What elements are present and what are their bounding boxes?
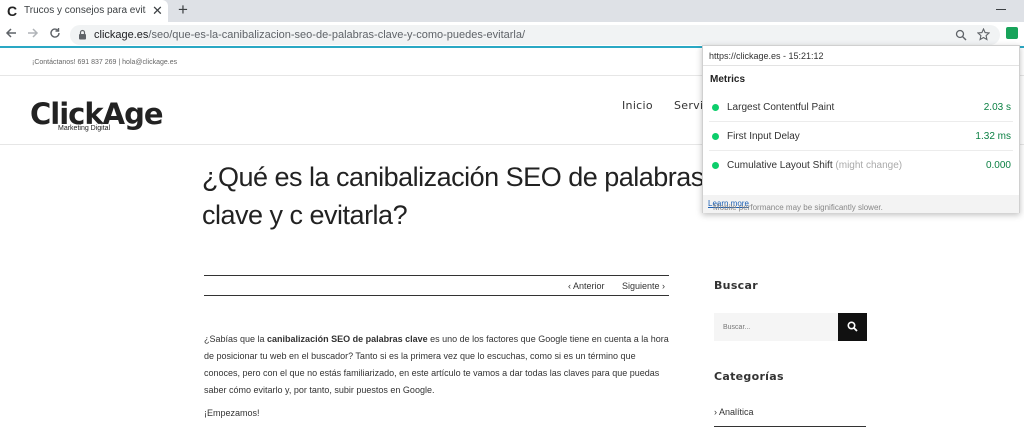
tab-title: Trucos y consejos para evitar la c: [24, 5, 146, 16]
back-arrow-icon[interactable]: [5, 27, 17, 39]
previous-post-link[interactable]: ‹ Anterior: [568, 281, 605, 292]
metric-note: (might change): [835, 160, 903, 171]
web-vitals-extension-icon[interactable]: [1006, 27, 1018, 39]
metrics-title: Metrics: [710, 74, 746, 85]
nav-item-inicio[interactable]: Inicio: [622, 99, 653, 112]
post-content: ¿Sabías que la canibalización SEO de pal…: [204, 331, 674, 428]
footer-text-wrap: Mobile performance may be significantly …: [708, 199, 883, 212]
logo-tagline: Marketing Digital: [58, 125, 111, 132]
forward-arrow-icon[interactable]: [27, 27, 39, 39]
close-tab-icon[interactable]: ✕: [152, 3, 163, 19]
popup-divider: [703, 65, 1019, 66]
category-divider: [714, 426, 866, 427]
start-paragraph: ¡Empezamos!: [204, 408, 260, 418]
tab-bar: C Trucos y consejos para evitar la c ✕ +: [0, 0, 1024, 22]
post-title: ¿Qué es la canibalización SEO de palabra…: [202, 162, 704, 230]
intro-paragraph: ¿Sabías que la canibalización SEO de pal…: [204, 334, 669, 395]
address-bar[interactable]: clickage.es/seo/que-es-la-canibalizacion…: [70, 25, 1000, 45]
category-link-analitica[interactable]: › Analítica: [714, 406, 754, 418]
contact-info: ¡Contáctanos! 691 837 269 | hola@clickag…: [32, 59, 178, 66]
url-text: clickage.es/seo/que-es-la-canibalizacion…: [94, 29, 526, 41]
minimize-window-icon[interactable]: [996, 9, 1006, 10]
search-icon: [847, 321, 858, 332]
status-dot-icon: [712, 104, 719, 111]
metric-value: 0.000: [985, 160, 1011, 171]
star-icon[interactable]: [977, 28, 990, 41]
metric-value: 2.03 s: [983, 102, 1011, 113]
lock-icon[interactable]: [78, 29, 87, 40]
next-post-link[interactable]: Siguiente ›: [622, 281, 665, 292]
metric-name: Largest Contentful Paint: [727, 102, 835, 113]
footer-text: Mobile performance may be significantly …: [713, 203, 883, 212]
favicon: C: [7, 3, 18, 19]
metric-name: Cumulative Layout Shift (might change): [727, 160, 903, 171]
post-navigation: ‹ Anterior Siguiente ›: [204, 275, 669, 296]
status-dot-icon: [712, 162, 719, 169]
web-vitals-popup: https://clickage.es - 15:21:12 Metrics L…: [702, 45, 1020, 213]
status-dot-icon: [712, 133, 719, 140]
new-tab-button[interactable]: +: [178, 1, 188, 19]
search-widget-title: Buscar: [714, 279, 758, 292]
popup-header: https://clickage.es - 15:21:12: [709, 51, 824, 61]
metric-value: 1.32 ms: [975, 131, 1011, 142]
categories-widget-title: Categorías: [714, 370, 784, 383]
metric-row-cls: Cumulative Layout Shift (might change) 0…: [703, 151, 1019, 180]
popup-footer: Mobile performance may be significantly …: [703, 195, 1019, 213]
search-input[interactable]: [714, 313, 838, 341]
keyword-highlight: canibalización SEO de palabras clave: [267, 334, 428, 344]
metric-row-lcp: Largest Contentful Paint 2.03 s: [703, 93, 1019, 122]
reload-icon[interactable]: [49, 27, 61, 39]
metric-row-fid: First Input Delay 1.32 ms: [703, 122, 1019, 151]
search-button[interactable]: [838, 313, 867, 341]
browser-tab[interactable]: C Trucos y consejos para evitar la c ✕: [0, 0, 168, 22]
metric-name: First Input Delay: [727, 131, 800, 142]
zoom-icon[interactable]: [955, 29, 967, 41]
